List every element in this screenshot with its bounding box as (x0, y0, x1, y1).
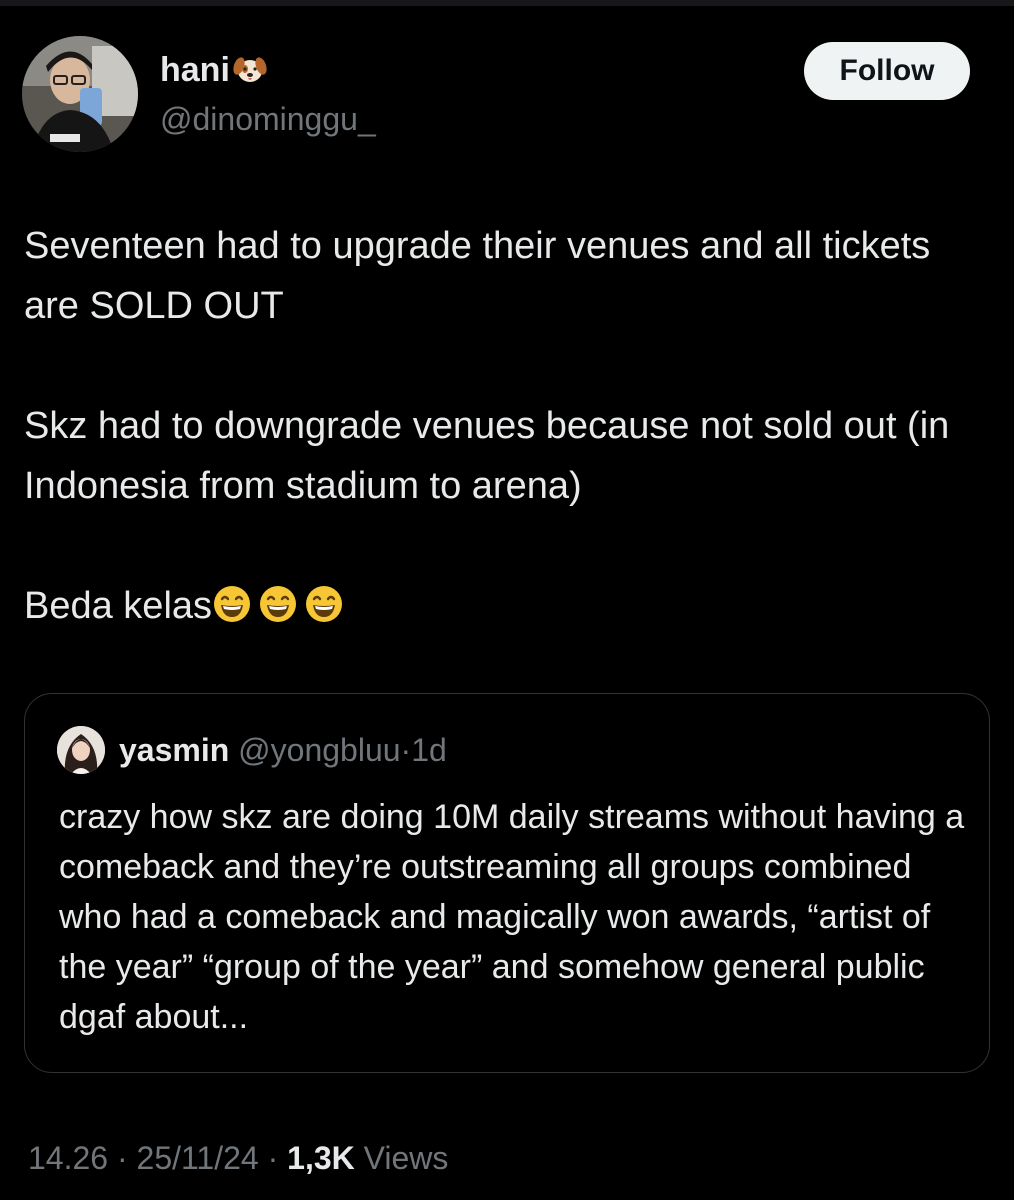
tweet-text: Seventeen had to upgrade their venues an… (24, 216, 984, 636)
grinning-face-icon (258, 582, 298, 622)
tweet-time[interactable]: 14.26 (28, 1140, 108, 1176)
tweet-paragraph: Skz had to downgrade venues because not … (24, 405, 950, 507)
quoted-tweet-text: crazy how skz are doing 10M daily stream… (59, 798, 965, 1036)
tweet-paragraph-last: Beda kelas (24, 576, 984, 636)
views-count[interactable]: 1,3K (287, 1140, 355, 1176)
views-label: Views (363, 1140, 449, 1176)
tweet-date[interactable]: 25/11/24 (137, 1140, 259, 1176)
tweet-paragraph-text: Beda kelas (24, 585, 213, 627)
quoted-tweet-header: yasmin @yongbluu·1d (119, 730, 447, 770)
dog-face-icon (232, 51, 268, 96)
author-handle[interactable]: @dinominggu_ (160, 100, 376, 138)
quoted-avatar-photo (57, 726, 105, 774)
author-avatar[interactable] (22, 36, 138, 152)
quoted-author-avatar[interactable] (57, 726, 105, 774)
quoted-tweet-card[interactable]: yasmin @yongbluu·1d crazy how skz are do… (24, 693, 990, 1073)
quoted-author-name[interactable]: yasmin (119, 732, 229, 768)
follow-button[interactable]: Follow (804, 42, 970, 100)
quoted-author-handle[interactable]: @yongbluu (238, 732, 400, 768)
top-divider (0, 0, 1014, 6)
grinning-face-icon (212, 582, 252, 622)
avatar-photo (22, 36, 138, 152)
separator-dot: · (116, 1140, 128, 1176)
quoted-tweet-time[interactable]: 1d (411, 732, 447, 768)
separator-dot: · (400, 732, 412, 768)
grinning-face-icon (304, 582, 344, 622)
author-name-text: hani (160, 51, 230, 89)
tweet-meta: 14.26 · 25/11/24 · 1,3K Views (28, 1136, 448, 1180)
separator-dot: · (267, 1140, 279, 1176)
tweet-paragraph: Seventeen had to upgrade their venues an… (24, 225, 931, 327)
author-display-name[interactable]: hani (160, 50, 268, 96)
